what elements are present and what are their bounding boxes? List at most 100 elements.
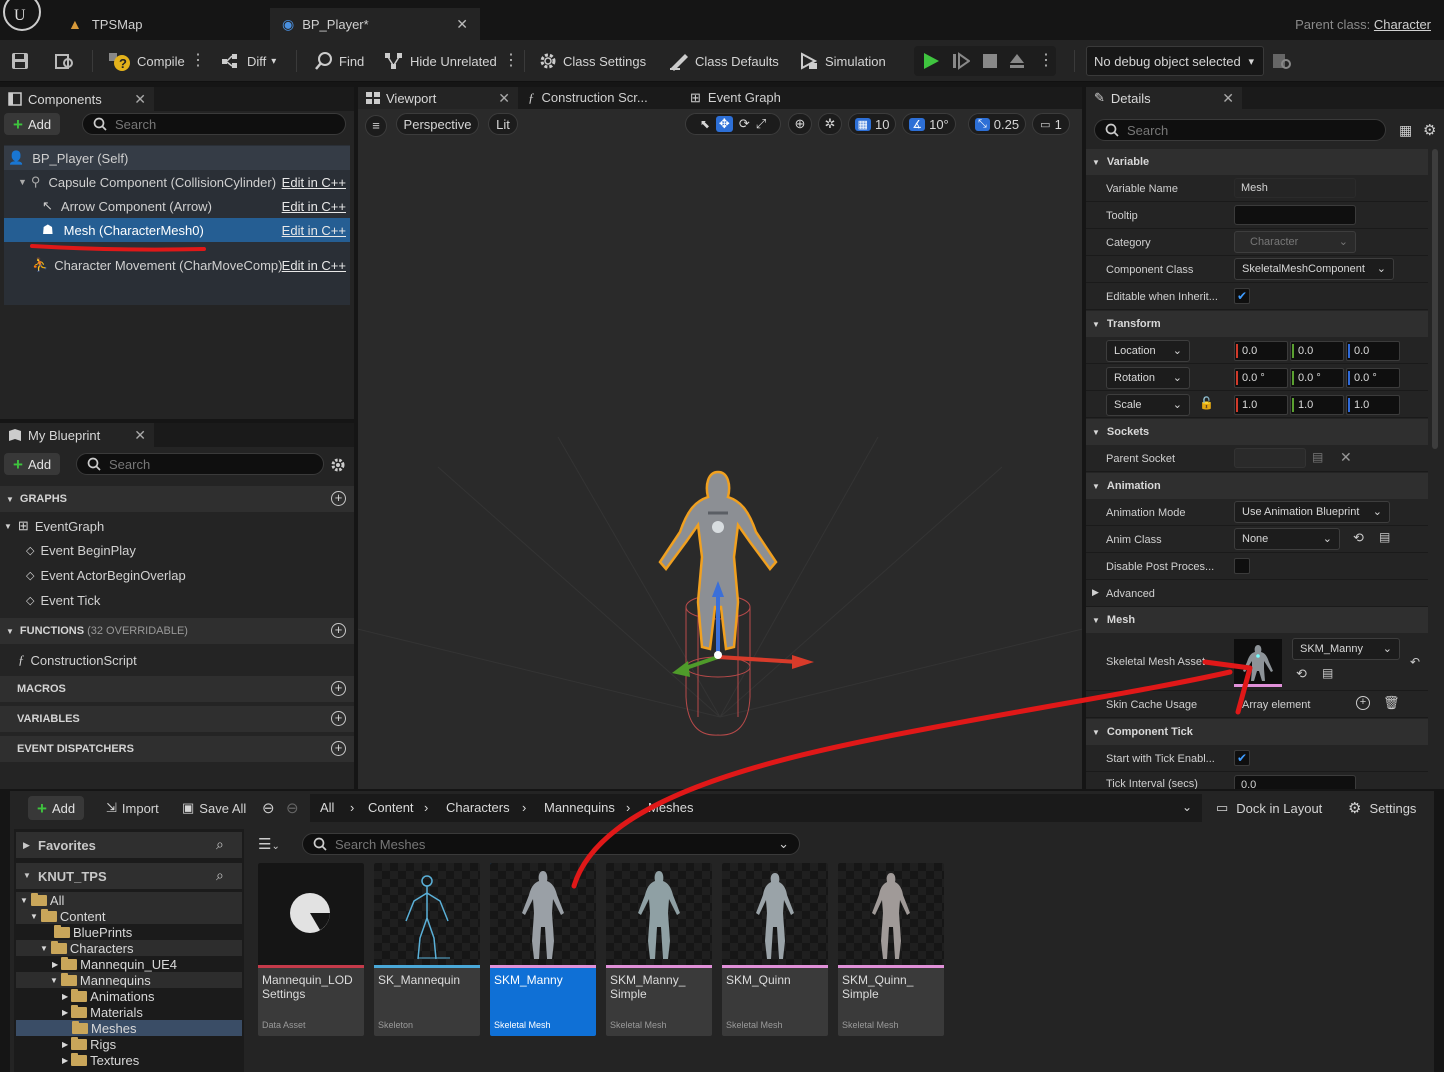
event-item[interactable]: ◇ Event ActorBeginOverlap [26,568,186,583]
dock-in-layout-button[interactable]: ▭ Dock in Layout [1216,800,1322,816]
variable-section[interactable]: ▼ Variable [1086,149,1428,175]
close-icon[interactable]: ✕ [1222,90,1234,107]
tree-folder-content[interactable]: ▼ Content [30,908,105,924]
tree-folder-meshes[interactable]: Meshes [72,1020,137,1036]
rotation-mode-select[interactable]: Rotation ⌄ [1106,367,1190,389]
hide-unrelated-button[interactable]: Hide Unrelated [379,48,501,74]
component-class-select[interactable]: SkeletalMeshComponent ⌄ [1234,258,1394,280]
start-tick-checkbox[interactable]: ✔ [1234,750,1250,766]
edit-in-cpp-link[interactable]: Edit in C++ [282,223,346,238]
compile-button[interactable]: ? Compile [104,48,189,74]
viewport-scene[interactable] [358,137,1082,789]
event-graph-item[interactable]: ▼ ⊞ EventGraph [4,518,104,534]
animation-section[interactable]: ▼ Animation [1086,473,1428,499]
component-character-movement[interactable]: ⛹ Character Movement (CharMoveComp) Edit… [4,253,350,277]
edit-in-cpp-link[interactable]: Edit in C++ [282,258,346,273]
tree-folder-mannequin-ue4[interactable]: ▶ Mannequin_UE4 [52,956,177,972]
scale-tool-icon[interactable]: ⤢ [756,116,766,132]
rotate-tool-icon[interactable]: ⟳ [739,116,750,132]
tab-my-blueprint[interactable]: My Blueprint ✕ [0,423,154,447]
tab-construction-script[interactable]: ƒ Construction Scr... [528,90,648,106]
editable-checkbox[interactable]: ✔ [1234,288,1250,304]
breadcrumb-item[interactable]: All [320,800,334,815]
tree-folder-characters[interactable]: ▼ Characters [40,940,134,956]
play-icon[interactable] [922,52,940,70]
category-select[interactable]: Character ⌄ [1234,231,1356,253]
location-y-field[interactable]: 0.0 [1290,341,1344,361]
component-mesh[interactable]: ☗ Mesh (CharacterMesh0) Edit in C++ [4,218,350,242]
animation-mode-select[interactable]: Use Animation Blueprint ⌄ [1234,501,1390,523]
cb-settings-button[interactable]: ⚙ Settings [1348,799,1416,817]
forward-icon[interactable]: ⊖ [286,799,299,817]
parent-class-link[interactable]: Character [1374,17,1431,32]
viewport-menu-icon[interactable]: ≡ [365,115,387,137]
asset-tile[interactable]: SKM_Manny_ Simple Skeletal Mesh [606,863,712,1036]
component-tick-section[interactable]: ▼ Component Tick [1086,719,1428,745]
details-scrollbar[interactable] [1432,149,1438,449]
tree-folder-all[interactable]: ▼ All [20,892,64,908]
lock-icon[interactable]: 🔓 [1199,396,1214,410]
select-tool-icon[interactable]: ⬉ [700,117,710,131]
graphs-section[interactable]: ▼ GRAPHS + [0,486,354,512]
advanced-row[interactable]: ▶ Advanced [1086,580,1428,607]
tick-interval-field[interactable]: 0.0 [1234,775,1356,789]
scale-mode-select[interactable]: Scale ⌄ [1106,394,1190,416]
property-matrix-icon[interactable]: ▦ [1399,122,1412,139]
rotation-snap-button[interactable]: ∡ 10° [902,113,956,135]
add-macro-icon[interactable]: + [331,681,346,696]
chevron-down-icon[interactable]: ⌄ [1182,800,1192,814]
tree-folder-mannequins[interactable]: ▼ Mannequins [50,972,151,988]
class-settings-button[interactable]: Class Settings [534,48,650,74]
component-self[interactable]: 👤 BP_Player (Self) [4,146,350,170]
gear-icon[interactable]: ⚙ [1423,121,1436,139]
sockets-section[interactable]: ▼ Sockets [1086,419,1428,445]
event-dispatchers-section[interactable]: EVENT DISPATCHERS + [0,736,354,762]
event-item[interactable]: ◇ Event Tick [26,593,100,608]
rotation-z-field[interactable]: 0.0 ° [1346,368,1400,388]
location-x-field[interactable]: 0.0 [1234,341,1288,361]
add-component-button[interactable]: + Add [4,113,61,135]
edit-in-cpp-link[interactable]: Edit in C++ [282,199,346,214]
anim-class-select[interactable]: None ⌄ [1234,528,1340,550]
parent-socket-field[interactable] [1234,448,1306,468]
browse-icon[interactable]: ▤ [1322,666,1333,680]
edit-in-cpp-link[interactable]: Edit in C++ [282,175,346,190]
tab-components[interactable]: Components ✕ [0,87,154,111]
camera-speed-button[interactable]: ▭ 1 [1032,113,1070,135]
add-element-icon[interactable]: + [1356,696,1370,710]
hide-options-icon[interactable]: ⋮ [503,50,519,70]
simulation-button[interactable]: Simulation [794,48,890,74]
asset-tile[interactable]: SK_Mannequin Skeleton [374,863,480,1036]
rotation-x-field[interactable]: 0.0 ° [1234,368,1288,388]
breadcrumb-item[interactable]: Mannequins [544,800,615,815]
search-icon[interactable]: ⌕ [216,867,224,884]
close-icon[interactable]: ✕ [134,91,146,108]
tree-folder-rigs[interactable]: ▶ Rigs [62,1036,116,1052]
construction-script-item[interactable]: ƒ ConstructionScript [18,652,137,668]
asset-tile[interactable]: SKM_Quinn_ Simple Skeletal Mesh [838,863,944,1036]
tab-details[interactable]: ✎ Details ✕ [1086,87,1242,109]
components-search-input[interactable]: Search [82,113,346,135]
browse-icon[interactable]: ▤ [1379,530,1390,544]
tab-event-graph[interactable]: ⊞ Event Graph [690,90,781,106]
unreal-logo-icon[interactable]: U [2,0,42,40]
perspective-button[interactable]: Perspective [396,113,479,135]
scale-z-field[interactable]: 1.0 [1346,395,1400,415]
diff-button[interactable]: Diff ▾ [216,48,280,74]
save-button[interactable] [6,48,34,74]
add-variable-icon[interactable]: + [331,711,346,726]
class-defaults-button[interactable]: Class Defaults [664,48,783,74]
tree-folder-textures[interactable]: ▶ Textures [62,1052,139,1068]
add-graph-icon[interactable]: + [331,491,346,506]
asset-tile[interactable]: Mannequin_LOD Settings Data Asset [258,863,364,1036]
debug-object-select[interactable]: No debug object selected ▾ [1086,46,1264,76]
asset-tile[interactable]: SKM_Quinn Skeletal Mesh [722,863,828,1036]
use-selected-icon[interactable]: ⟲ [1353,530,1364,546]
skeletal-mesh-select[interactable]: SKM_Manny ⌄ [1292,638,1400,660]
eject-icon[interactable] [1008,52,1026,70]
move-tool-icon[interactable]: ✥ [715,116,733,132]
save-all-button[interactable]: ▣ Save All [182,800,246,816]
add-function-icon[interactable]: + [331,623,346,638]
browse-socket-icon[interactable]: ▤ [1312,450,1323,464]
close-icon[interactable]: ✕ [134,427,146,444]
